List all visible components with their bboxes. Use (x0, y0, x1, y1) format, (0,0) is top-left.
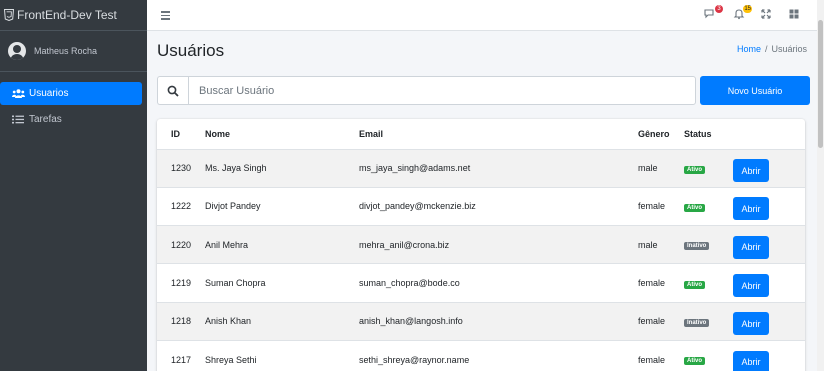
sidebar-item-label: Tarefas (29, 114, 62, 125)
page-scrollbar[interactable] (817, 0, 824, 371)
cell-actions: Abrir (719, 186, 805, 226)
menu-toggle-icon[interactable] (161, 11, 170, 20)
tasks-icon (12, 115, 25, 125)
status-badge: Ativo (684, 165, 705, 174)
status-badge: Inativo (684, 242, 710, 251)
brand-title: FrontEnd-Dev Test (17, 8, 117, 22)
open-user-button[interactable]: Abrir (733, 350, 769, 371)
table-row: 1220 Anil Mehra mehra_anil@crona.biz mal… (157, 225, 805, 264)
new-user-button[interactable]: Novo Usuário (700, 76, 810, 105)
top-navbar: 3 15 (147, 0, 817, 31)
search-input[interactable] (188, 76, 696, 105)
open-user-button[interactable]: Abrir (733, 159, 769, 183)
table-row: 1219 Suman Chopra suman_chopra@bode.co f… (157, 263, 805, 303)
cell-id: 1230 (157, 148, 191, 188)
cell-status: Inativo (670, 301, 719, 341)
cell-gender: female (624, 339, 670, 371)
expand-arrows-icon (761, 9, 771, 19)
sidebar-item-usuarios[interactable]: Usuarios (0, 82, 142, 105)
column-header-status: Status (670, 119, 719, 150)
open-user-button[interactable]: Abrir (733, 197, 769, 221)
scrollbar-thumb[interactable] (818, 20, 823, 148)
search-icon (167, 85, 179, 97)
column-header-gender: Gênero (624, 119, 670, 150)
user-name[interactable]: Matheus Rocha (34, 46, 97, 56)
page-title: Usuários (157, 41, 225, 60)
sidebar-nav: Usuarios Tarefas (0, 72, 147, 131)
breadcrumb: Home / Usuários (737, 44, 807, 54)
cell-actions: Abrir (719, 263, 805, 303)
cell-actions: Abrir (719, 339, 805, 371)
cell-name: Ms. Jaya Singh (191, 148, 345, 188)
cell-name: Divjot Pandey (191, 186, 345, 226)
cell-gender: female (624, 301, 670, 341)
cell-name: Suman Chopra (191, 263, 345, 303)
cell-email: mehra_anil@crona.biz (345, 225, 624, 264)
table-header-row: ID Nome Email Gênero Status (157, 119, 805, 150)
cell-email: ms_jaya_singh@adams.net (345, 148, 624, 188)
sidebar-item-tarefas[interactable]: Tarefas (0, 108, 142, 131)
brand[interactable]: FrontEnd-Dev Test (0, 0, 147, 31)
column-header-email: Email (345, 119, 624, 150)
cell-email: anish_khan@langosh.info (345, 301, 624, 341)
table-row: 1218 Anish Khan anish_khan@langosh.info … (157, 301, 805, 341)
breadcrumb-current: Usuários (771, 44, 807, 54)
cell-name: Shreya Sethi (191, 339, 345, 371)
cell-gender: male (624, 225, 670, 264)
column-header-id: ID (157, 119, 191, 150)
table-row: 1230 Ms. Jaya Singh ms_jaya_singh@adams.… (157, 148, 805, 188)
fullscreen-button[interactable] (760, 8, 774, 22)
status-badge: Ativo (684, 357, 705, 366)
cell-gender: female (624, 186, 670, 226)
cell-id: 1217 (157, 339, 191, 371)
cell-status: Ativo (670, 339, 719, 371)
avatar (8, 42, 26, 60)
cell-id: 1220 (157, 225, 191, 264)
column-header-name: Nome (191, 119, 345, 150)
search-button[interactable] (157, 76, 188, 105)
cell-status: Ativo (670, 263, 719, 303)
table-row: 1217 Shreya Sethi sethi_shreya@raynor.na… (157, 339, 805, 371)
open-user-button[interactable]: Abrir (733, 235, 769, 259)
cell-email: suman_chopra@bode.co (345, 263, 624, 303)
status-badge: Ativo (684, 203, 705, 212)
open-user-button[interactable]: Abrir (733, 274, 769, 298)
cell-status: Ativo (670, 148, 719, 188)
messages-button[interactable]: 3 (704, 5, 723, 22)
cell-id: 1222 (157, 186, 191, 226)
cell-status: Ativo (670, 186, 719, 226)
sidebar: FrontEnd-Dev Test Matheus Rocha Usuarios (0, 0, 147, 371)
status-badge: Ativo (684, 280, 705, 289)
users-table-card: ID Nome Email Gênero Status 1230 Ms. Jay… (157, 119, 805, 371)
users-icon (12, 89, 25, 99)
breadcrumb-separator: / (764, 44, 768, 54)
user-panel[interactable]: Matheus Rocha (0, 31, 147, 72)
cell-name: Anish Khan (191, 301, 345, 341)
apps-button[interactable] (788, 8, 802, 22)
cell-actions: Abrir (719, 148, 805, 188)
search-bar (157, 76, 696, 105)
cell-name: Anil Mehra (191, 225, 345, 264)
messages-badge: 3 (715, 5, 723, 13)
status-badge: Inativo (684, 318, 710, 327)
css3-icon (4, 9, 14, 21)
cell-gender: female (624, 263, 670, 303)
cell-actions: Abrir (719, 225, 805, 264)
grid-icon (789, 9, 799, 19)
notifications-badge: 15 (743, 5, 752, 13)
cell-email: sethi_shreya@raynor.name (345, 339, 624, 371)
sidebar-item-label: Usuarios (29, 88, 69, 99)
cell-email: divjot_pandey@mckenzie.biz (345, 186, 624, 226)
cell-status: Inativo (670, 225, 719, 264)
open-user-button[interactable]: Abrir (733, 312, 769, 336)
cell-id: 1218 (157, 301, 191, 341)
users-table: ID Nome Email Gênero Status 1230 Ms. Jay… (157, 119, 805, 371)
cell-gender: male (624, 148, 670, 188)
cell-actions: Abrir (719, 301, 805, 341)
cell-id: 1219 (157, 263, 191, 303)
table-row: 1222 Divjot Pandey divjot_pandey@mckenzi… (157, 186, 805, 226)
notifications-button[interactable]: 15 (733, 5, 752, 22)
breadcrumb-home-link[interactable]: Home (737, 44, 761, 54)
column-header-actions (719, 119, 805, 150)
